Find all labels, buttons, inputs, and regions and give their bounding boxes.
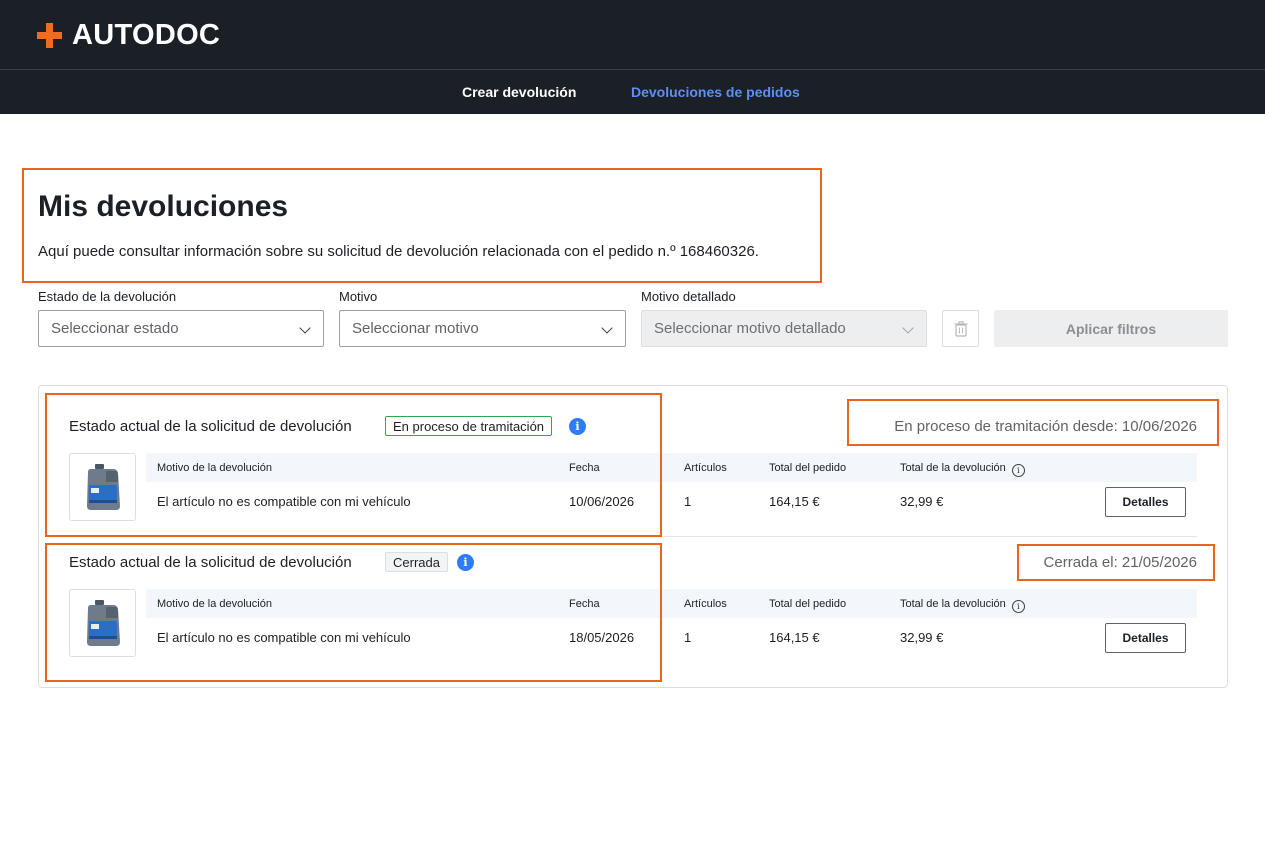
reason-filter-label: Motivo	[339, 289, 378, 304]
status-select-value: Seleccionar estado	[51, 320, 179, 337]
status-since-text: En proceso de tramitación desde: 10/06/2…	[894, 418, 1197, 435]
return-separator	[70, 536, 1197, 537]
col-reason: Motivo de la devolución	[157, 462, 272, 474]
cell-order-total: 164,15 €	[769, 494, 820, 509]
cell-items: 1	[684, 630, 692, 645]
info-icon[interactable]: i	[569, 418, 586, 435]
info-icon[interactable]: i	[1011, 464, 1025, 477]
product-thumbnail[interactable]	[69, 589, 136, 657]
col-return-total: Total de la devolución i	[900, 462, 1025, 477]
cell-order-total: 164,15 €	[769, 630, 820, 645]
status-select[interactable]: Seleccionar estado	[38, 310, 324, 347]
detailed-reason-filter-label: Motivo detallado	[641, 289, 736, 304]
details-button[interactable]: Detalles	[1105, 487, 1186, 517]
info-icon[interactable]: i	[1011, 600, 1025, 613]
page-title: Mis devoluciones	[38, 190, 289, 223]
oil-canister-image	[86, 464, 120, 510]
page-subtitle: Aquí puede consultar información sobre s…	[38, 243, 759, 260]
clear-filters-button[interactable]	[942, 310, 979, 347]
nav-create-return[interactable]: Crear devolución	[462, 84, 576, 100]
autodoc-logo[interactable]: AUTODOC	[37, 18, 220, 52]
col-reason: Motivo de la devolución	[157, 598, 272, 610]
reason-select[interactable]: Seleccionar motivo	[339, 310, 626, 347]
col-return-total: Total de la devolución i	[900, 598, 1025, 613]
status-filter-label: Estado de la devolución	[38, 289, 177, 304]
chevron-down-icon	[601, 322, 613, 334]
col-date: Fecha	[569, 462, 600, 474]
apply-filters-button[interactable]: Aplicar filtros	[994, 310, 1228, 347]
cell-return-total: 32,99 €	[900, 630, 944, 645]
header-divider	[0, 69, 1265, 70]
col-order-total: Total del pedido	[769, 598, 847, 610]
product-thumbnail[interactable]	[69, 453, 136, 521]
cell-items: 1	[684, 494, 692, 509]
return-status-label: Estado actual de la solicitud de devoluc…	[69, 418, 352, 435]
highlight-title-box	[22, 168, 822, 283]
logo-plus-icon	[37, 22, 62, 48]
status-badge: En proceso de tramitación	[385, 416, 553, 436]
status-since-text: Cerrada el: 21/05/2026	[1043, 554, 1197, 571]
detailed-reason-select-value: Seleccionar motivo detallado	[654, 320, 846, 337]
reason-select-value: Seleccionar motivo	[352, 320, 479, 337]
detailed-reason-select: Seleccionar motivo detallado	[641, 310, 927, 347]
cell-return-total: 32,99 €	[900, 494, 944, 509]
table-header	[146, 453, 1197, 482]
top-header: AUTODOC Crear devolución Devoluciones de…	[0, 0, 1265, 114]
return-status-label: Estado actual de la solicitud de devoluc…	[69, 554, 352, 571]
cell-reason: El artículo no es compatible con mi vehí…	[157, 494, 411, 509]
chevron-down-icon	[902, 322, 914, 334]
cell-date: 18/05/2026	[569, 630, 635, 645]
col-items: Artículos	[684, 462, 727, 474]
oil-canister-image	[86, 600, 120, 646]
trash-icon	[954, 320, 967, 337]
info-icon[interactable]: i	[457, 554, 474, 571]
cell-reason: El artículo no es compatible con mi vehí…	[157, 630, 411, 645]
brand-name: AUTODOC	[72, 18, 221, 51]
col-order-total: Total del pedido	[769, 462, 847, 474]
col-items: Artículos	[684, 598, 727, 610]
nav-order-returns[interactable]: Devoluciones de pedidos	[631, 84, 800, 100]
cell-date: 10/06/2026	[569, 494, 635, 509]
chevron-down-icon	[299, 322, 311, 334]
details-button[interactable]: Detalles	[1105, 623, 1186, 653]
status-badge: Cerrada	[385, 552, 448, 572]
table-header	[146, 589, 1197, 618]
col-date: Fecha	[569, 598, 600, 610]
